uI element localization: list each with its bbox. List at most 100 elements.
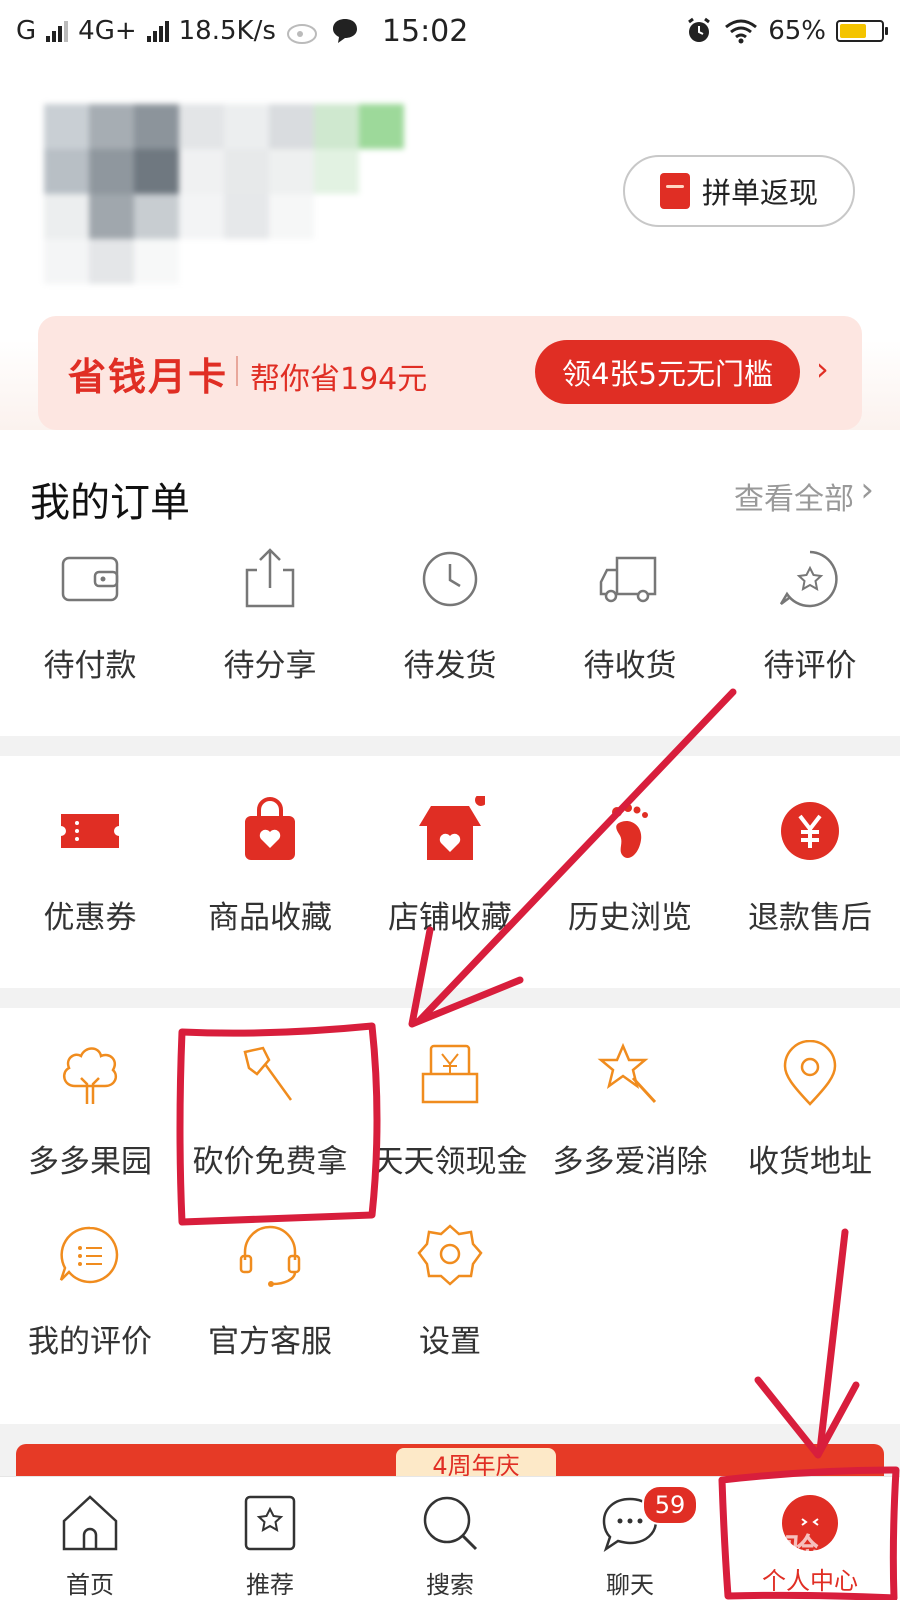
savings-card-title: 省钱月卡 (68, 355, 229, 399)
services-row-1: 多多果园 砍价免费拿 天天领现金 多多爱消除 收货地址 (0, 1039, 900, 1181)
order-pending-share[interactable]: 待分享 (180, 544, 360, 685)
tab-home[interactable]: 首页 (0, 1477, 180, 1601)
group-refund-label: 拼单返现 (701, 176, 818, 210)
service-label: 砍价免费拿 (192, 1144, 348, 1180)
axe-icon (243, 1046, 293, 1101)
network-speed: 18.5K/s (178, 16, 276, 46)
savings-card-subtitle: 帮你省194元 (250, 362, 428, 397)
service-label: 官方客服 (208, 1324, 332, 1360)
order-status-row: 待付款 待分享 待发货 待收货 待评价 (0, 544, 900, 685)
battery-icon (836, 20, 888, 42)
bargain-free-entry[interactable]: 砍价免费拿 (180, 1040, 360, 1181)
orchard-entry[interactable]: 多多果园 (0, 1040, 180, 1181)
signal-icon (146, 20, 169, 42)
quick-link-label: 优惠券 (43, 900, 137, 936)
match-game-entry[interactable]: 多多爱消除 (540, 1040, 720, 1181)
chevron-right-icon[interactable]: › (860, 470, 874, 510)
settings-gear-icon (417, 1224, 483, 1286)
watermark: Bai经验 (690, 1532, 819, 1572)
shop-heart-icon (419, 794, 487, 860)
quick-link-label: 商品收藏 (208, 900, 332, 936)
coupon-icon (61, 814, 119, 848)
tab-recommend[interactable]: 推荐 (180, 1477, 360, 1601)
service-label: 多多爱消除 (552, 1144, 708, 1180)
alarm-icon (688, 17, 711, 42)
tab-label: 推荐 (246, 1571, 294, 1599)
tab-label: 搜索 (426, 1571, 474, 1599)
order-pending-shipment[interactable]: 待发货 (360, 544, 540, 685)
wifi-icon (725, 19, 758, 44)
tab-label: 首页 (66, 1571, 114, 1599)
quick-link-label: 退款售后 (748, 900, 872, 936)
location-pin-icon (783, 1039, 837, 1106)
refund-aftersale-entry[interactable]: 退款售后 (720, 796, 900, 937)
quick-links-row: 优惠券 商品收藏 店铺收藏 历史浏览 退款售后 (0, 794, 900, 937)
yen-circle-icon (781, 802, 839, 860)
recommend-icon (244, 1495, 296, 1551)
group-refund-button[interactable]: 拼单返现 (623, 155, 855, 227)
order-pending-receipt[interactable]: 待收货 (540, 544, 720, 685)
clock-time: 15:02 (381, 13, 469, 49)
carrier-1: G (16, 16, 37, 46)
unread-badge: 59 (642, 1485, 698, 1525)
customer-service-entry[interactable]: 官方客服 (180, 1220, 360, 1361)
message-icon (332, 19, 357, 43)
signal-icon (46, 20, 69, 42)
divider (236, 356, 238, 386)
star-review-icon (779, 550, 838, 608)
service-label: 设置 (419, 1324, 481, 1360)
order-status-label: 待收货 (583, 648, 677, 684)
bag-heart-icon (245, 797, 295, 860)
service-label: 多多果园 (28, 1144, 152, 1180)
browsing-history-entry[interactable]: 历史浏览 (540, 796, 720, 937)
shipping-address-entry[interactable]: 收货地址 (720, 1039, 900, 1181)
chevron-right-icon[interactable]: › (816, 350, 829, 388)
footprint-icon (612, 804, 648, 859)
order-pending-payment[interactable]: 待付款 (0, 544, 180, 685)
order-pending-review[interactable]: 待评价 (720, 544, 900, 685)
wallet-icon (61, 556, 119, 602)
favorite-shops-entry[interactable]: 店铺收藏 (360, 794, 540, 937)
cash-envelope-icon (421, 1044, 479, 1104)
order-status-label: 待分享 (223, 648, 317, 684)
star-wand-icon (597, 1042, 657, 1104)
savings-month-card[interactable]: 省钱月卡 帮你省194元 领4张5元无门槛 › (38, 316, 862, 430)
claim-coupons-button[interactable]: 领4张5元无门槛 (535, 340, 800, 404)
my-orders-section: 我的订单 查看全部 › 待付款 待分享 待发货 待收货 待评价 (0, 430, 900, 736)
view-all-orders-link[interactable]: 查看全部 (734, 474, 854, 518)
favorite-products-entry[interactable]: 商品收藏 (180, 796, 360, 937)
truck-icon (599, 556, 657, 603)
search-icon (423, 1496, 478, 1551)
clock-icon (422, 551, 478, 607)
settings-entry[interactable]: 设置 (360, 1220, 540, 1361)
status-left: G 4G+ 18.5K/s 15:02 (16, 14, 468, 49)
my-reviews-entry[interactable]: 我的评价 (0, 1220, 180, 1361)
comment-icon (59, 1226, 119, 1284)
order-status-label: 待评价 (763, 648, 857, 684)
red-packet-icon (659, 173, 690, 209)
quick-link-label: 店铺收藏 (388, 900, 512, 936)
quick-links-section: 优惠券 商品收藏 店铺收藏 历史浏览 退款售后 (0, 756, 900, 988)
weibo-icon (286, 24, 317, 44)
orders-title: 我的订单 (30, 480, 190, 526)
avatar-blurred[interactable] (44, 104, 404, 304)
quick-link-label: 历史浏览 (568, 900, 692, 936)
coupons-entry[interactable]: 优惠券 (0, 796, 180, 937)
order-status-label: 待发货 (403, 648, 497, 684)
service-label: 收货地址 (748, 1144, 872, 1180)
status-bar: G 4G+ 18.5K/s 15:02 65% (0, 0, 900, 62)
battery-percent: 65% (768, 16, 826, 46)
tab-search[interactable]: 搜索 (360, 1477, 540, 1601)
service-label: 我的评价 (28, 1324, 152, 1360)
services-row-2: 我的评价 官方客服 设置 (0, 1220, 900, 1361)
carrier-2: 4G+ (78, 16, 137, 46)
headset-icon (239, 1225, 301, 1287)
status-right: 65% (684, 16, 888, 46)
share-icon (245, 548, 295, 608)
home-icon (62, 1495, 118, 1551)
tree-icon (62, 1047, 117, 1104)
services-section: 多多果园 砍价免费拿 天天领现金 多多爱消除 收货地址 我的评价 官方客服 设置 (0, 1008, 900, 1424)
service-label: 天天领现金 (372, 1144, 528, 1180)
daily-cash-entry[interactable]: 天天领现金 (360, 1040, 540, 1181)
order-status-label: 待付款 (43, 648, 137, 684)
